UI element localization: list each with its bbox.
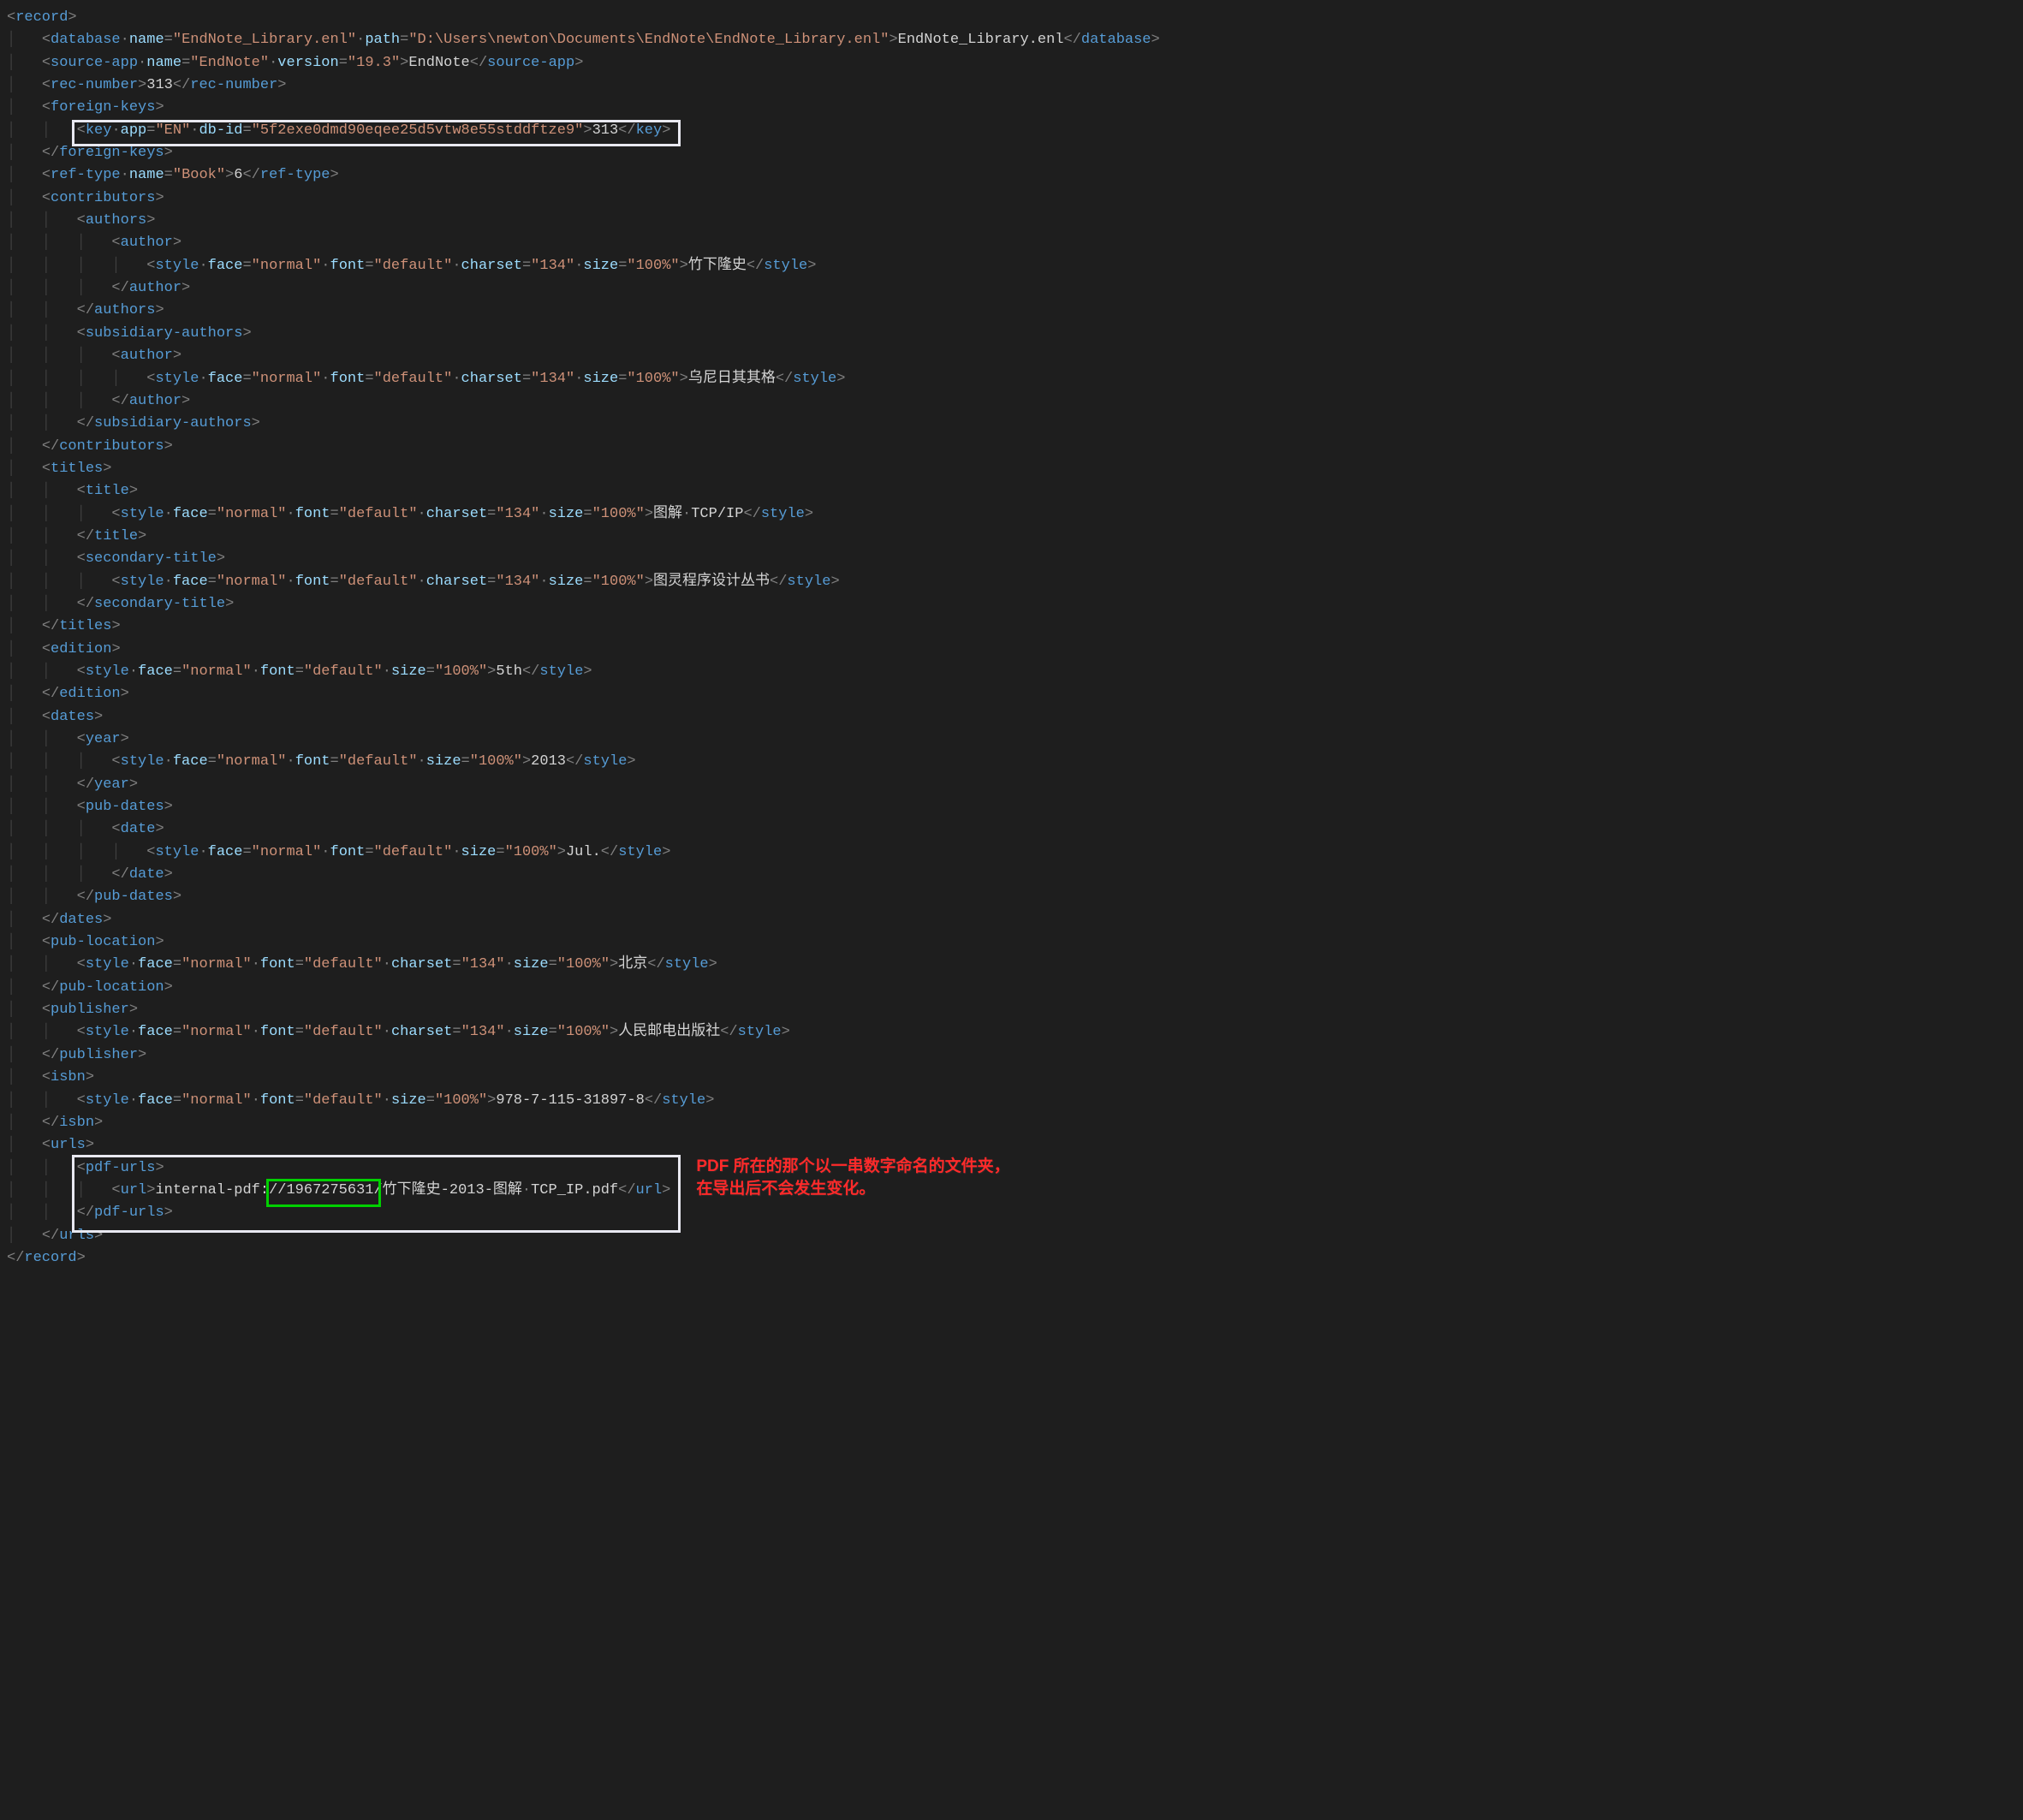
line-record-close: </record>: [7, 1247, 2016, 1270]
line-fk-open: │ <foreign-keys>: [7, 97, 2016, 119]
line-edition-style: │ │ <style·face="normal"·font="default"·…: [7, 661, 2016, 683]
line-database: │ <database·name="EndNote_Library.enl"·p…: [7, 29, 2016, 51]
line-record-open: <record>: [7, 7, 2016, 29]
line-fk-close: │ </foreign-keys>: [7, 142, 2016, 164]
line-date-style: │ │ │ │ <style·face="normal"·font="defau…: [7, 842, 2016, 864]
line-ref-type: │ <ref-type·name="Book">6</ref-type>: [7, 164, 2016, 187]
line-contrib-open: │ <contributors>: [7, 187, 2016, 210]
line-year-style: │ │ │ <style·face="normal"·font="default…: [7, 751, 2016, 773]
line-isbn-style: │ │ <style·face="normal"·font="default"·…: [7, 1090, 2016, 1112]
line-publisher-style: │ │ <style·face="normal"·font="default"·…: [7, 1021, 2016, 1044]
xml-code-block: <record> │ <database·name="EndNote_Libra…: [7, 7, 2016, 1270]
line-rec-number: │ <rec-number>313</rec-number>: [7, 74, 2016, 97]
line-url: │ │ │ <url>internal-pdf://1967275631/竹下隆…: [7, 1180, 2016, 1202]
line-publoc-style: │ │ <style·face="normal"·font="default"·…: [7, 954, 2016, 976]
line-secondary-style: │ │ │ <style·face="normal"·font="default…: [7, 571, 2016, 593]
annotation-text: PDF 所在的那个以一串数字命名的文件夹， 在导出后不会发生变化。: [696, 1156, 1009, 1201]
line-subauthor-style: │ │ │ │ <style·face="normal"·font="defau…: [7, 368, 2016, 390]
line-author-style: │ │ │ │ <style·face="normal"·font="defau…: [7, 255, 2016, 277]
line-source-app: │ <source-app·name="EndNote"·version="19…: [7, 52, 2016, 74]
line-title-style: │ │ │ <style·face="normal"·font="default…: [7, 503, 2016, 526]
line-key: │ │ <key·app="EN"·db-id="5f2exe0dmd90eqe…: [7, 120, 2016, 142]
